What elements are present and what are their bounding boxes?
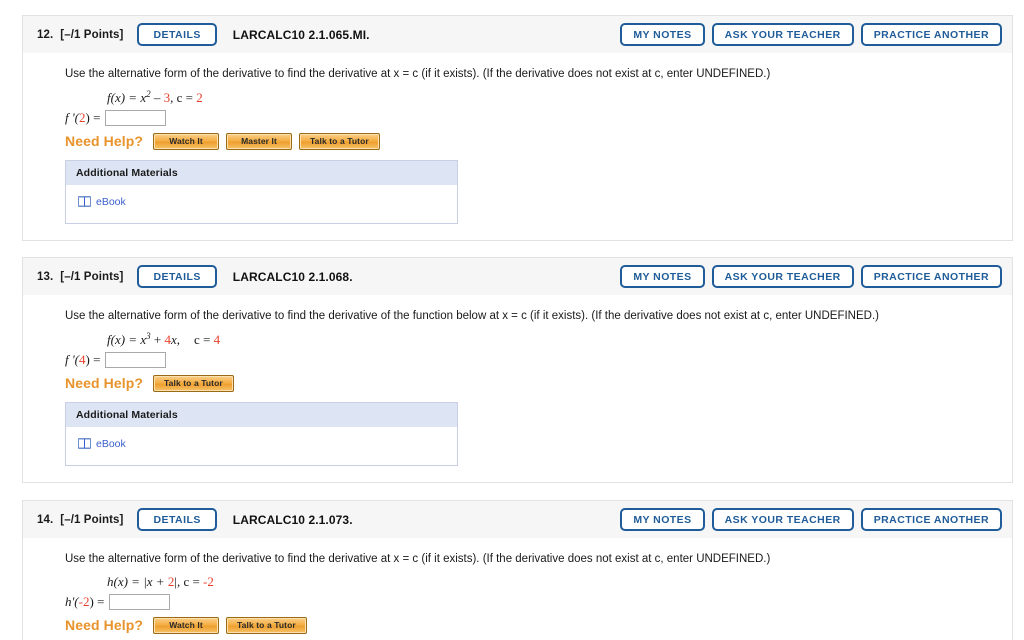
question-prompt: Use the alternative form of the derivati… — [65, 553, 771, 565]
talk-to-tutor-button[interactable]: Talk to a Tutor — [226, 616, 307, 635]
c-label: c = — [193, 331, 214, 347]
question-points: [–/1 Points] — [60, 270, 124, 283]
question-code: LARCALC10 2.1.073. — [232, 512, 353, 527]
question-body-13: Use the alternative form of the derivati… — [22, 295, 1013, 484]
answer-argument: -2 — [78, 593, 90, 609]
answer-row: f '(4) = — [65, 351, 1012, 368]
function-expression: h(x) = |x + 2|, c = -2 — [107, 574, 1012, 590]
question-card-13: 13. [–/1 Points] DETAILS LARCALC10 2.1.0… — [22, 257, 1013, 484]
answer-prefix-group: f '(2) = — [65, 110, 100, 126]
ask-your-teacher-button[interactable]: ASK YOUR TEACHER — [711, 22, 854, 47]
practice-another-button[interactable]: PRACTICE ANOTHER — [860, 507, 1002, 532]
function-expression: f(x) = x2 – 3, c = 2 — [107, 89, 1012, 106]
question-header-13: 13. [–/1 Points] DETAILS LARCALC10 2.1.0… — [22, 257, 1013, 295]
talk-to-tutor-button[interactable]: Talk to a Tutor — [153, 374, 234, 393]
question-code: LARCALC10 2.1.068. — [232, 269, 353, 284]
answer-prefix-group: f '(4) = — [65, 352, 100, 368]
talk-to-tutor-button[interactable]: Talk to a Tutor — [299, 132, 380, 151]
question-body-12: Use the alternative form of the derivati… — [22, 53, 1013, 242]
need-help-label: Need Help? — [65, 375, 144, 392]
answer-prefix: h'( — [65, 593, 79, 609]
answer-prefix: f '( — [65, 351, 79, 367]
question-number: 13. — [37, 270, 54, 283]
question-code: LARCALC10 2.1.065.MI. — [232, 27, 370, 42]
ebook-link[interactable]: eBook — [78, 196, 126, 208]
my-notes-button[interactable]: MY NOTES — [620, 507, 705, 532]
ebook-label: eBook — [96, 437, 126, 450]
need-help-row: Need Help? Talk to a Tutor — [65, 374, 1012, 393]
c-value: -2 — [203, 573, 214, 589]
question-header-14: 14. [–/1 Points] DETAILS LARCALC10 2.1.0… — [22, 500, 1013, 538]
book-icon — [78, 196, 91, 208]
function-operator: + — [150, 331, 165, 347]
additional-materials-header: Additional Materials — [66, 161, 457, 186]
question-number: 12. — [37, 28, 54, 41]
function-label: f(x) = x — [107, 331, 147, 347]
question-points: [–/1 Points] — [60, 513, 124, 526]
answer-row: h'(-2) = — [65, 593, 1012, 610]
details-button[interactable]: DETAILS — [137, 264, 217, 289]
answer-input[interactable] — [105, 351, 167, 368]
book-icon — [78, 438, 91, 450]
function-expression: f(x) = x3 + 4x, c = 4 — [107, 331, 1012, 348]
answer-suffix: ) = — [85, 109, 101, 125]
additional-materials-panel: Additional Materials eBook — [65, 160, 458, 225]
additional-materials-panel: Additional Materials eBook — [65, 402, 458, 467]
answer-row: f '(2) = — [65, 109, 1012, 126]
header-actions: MY NOTES ASK YOUR TEACHER PRACTICE ANOTH… — [620, 507, 1002, 532]
c-value: 4 — [213, 331, 221, 347]
question-header-12: 12. [–/1 Points] DETAILS LARCALC10 2.1.0… — [22, 15, 1013, 53]
need-help-label: Need Help? — [65, 133, 144, 150]
answer-suffix: ) = — [85, 351, 101, 367]
function-operator: – — [150, 89, 164, 105]
answer-suffix: ) = — [89, 593, 105, 609]
additional-materials-header: Additional Materials — [66, 403, 457, 428]
ebook-label: eBook — [96, 195, 126, 208]
details-button[interactable]: DETAILS — [137, 22, 217, 47]
assignment-page: 12. [–/1 Points] DETAILS LARCALC10 2.1.0… — [0, 0, 1024, 640]
practice-another-button[interactable]: PRACTICE ANOTHER — [860, 22, 1002, 47]
my-notes-button[interactable]: MY NOTES — [620, 264, 705, 289]
header-actions: MY NOTES ASK YOUR TEACHER PRACTICE ANOTH… — [620, 264, 1002, 289]
question-prompt: Use the alternative form of the derivati… — [65, 310, 879, 322]
details-button[interactable]: DETAILS — [137, 507, 217, 532]
question-number: 14. — [37, 513, 54, 526]
ebook-link[interactable]: eBook — [78, 438, 126, 450]
c-value: 2 — [196, 89, 203, 105]
question-prompt: Use the alternative form of the derivati… — [65, 68, 771, 80]
need-help-label: Need Help? — [65, 617, 144, 634]
additional-materials-body: eBook — [66, 185, 457, 223]
answer-prefix: f '( — [65, 109, 79, 125]
answer-prefix-group: h'(-2) = — [65, 594, 104, 610]
ask-your-teacher-button[interactable]: ASK YOUR TEACHER — [711, 264, 854, 289]
c-label: , c = — [170, 89, 197, 105]
question-card-12: 12. [–/1 Points] DETAILS LARCALC10 2.1.0… — [22, 15, 1013, 242]
ask-your-teacher-button[interactable]: ASK YOUR TEACHER — [711, 507, 854, 532]
question-body-14: Use the alternative form of the derivati… — [22, 538, 1013, 640]
c-label: , c = — [176, 573, 204, 589]
function-label: f(x) = x — [107, 89, 147, 105]
need-help-row: Need Help? Watch It Master It Talk to a … — [65, 132, 1012, 151]
practice-another-button[interactable]: PRACTICE ANOTHER — [860, 264, 1002, 289]
watch-it-button[interactable]: Watch It — [153, 132, 220, 151]
question-points: [–/1 Points] — [60, 28, 124, 41]
additional-materials-body: eBook — [66, 427, 457, 465]
master-it-button[interactable]: Master It — [226, 132, 293, 151]
function-label: h(x) = |x + — [107, 573, 168, 589]
watch-it-button[interactable]: Watch It — [153, 616, 220, 635]
answer-input[interactable] — [109, 593, 171, 610]
my-notes-button[interactable]: MY NOTES — [620, 22, 705, 47]
function-variable: x, — [170, 331, 180, 347]
header-actions: MY NOTES ASK YOUR TEACHER PRACTICE ANOTH… — [620, 22, 1002, 47]
answer-input[interactable] — [105, 109, 167, 126]
need-help-row: Need Help? Watch It Talk to a Tutor — [65, 616, 1012, 635]
question-card-14: 14. [–/1 Points] DETAILS LARCALC10 2.1.0… — [22, 500, 1013, 640]
